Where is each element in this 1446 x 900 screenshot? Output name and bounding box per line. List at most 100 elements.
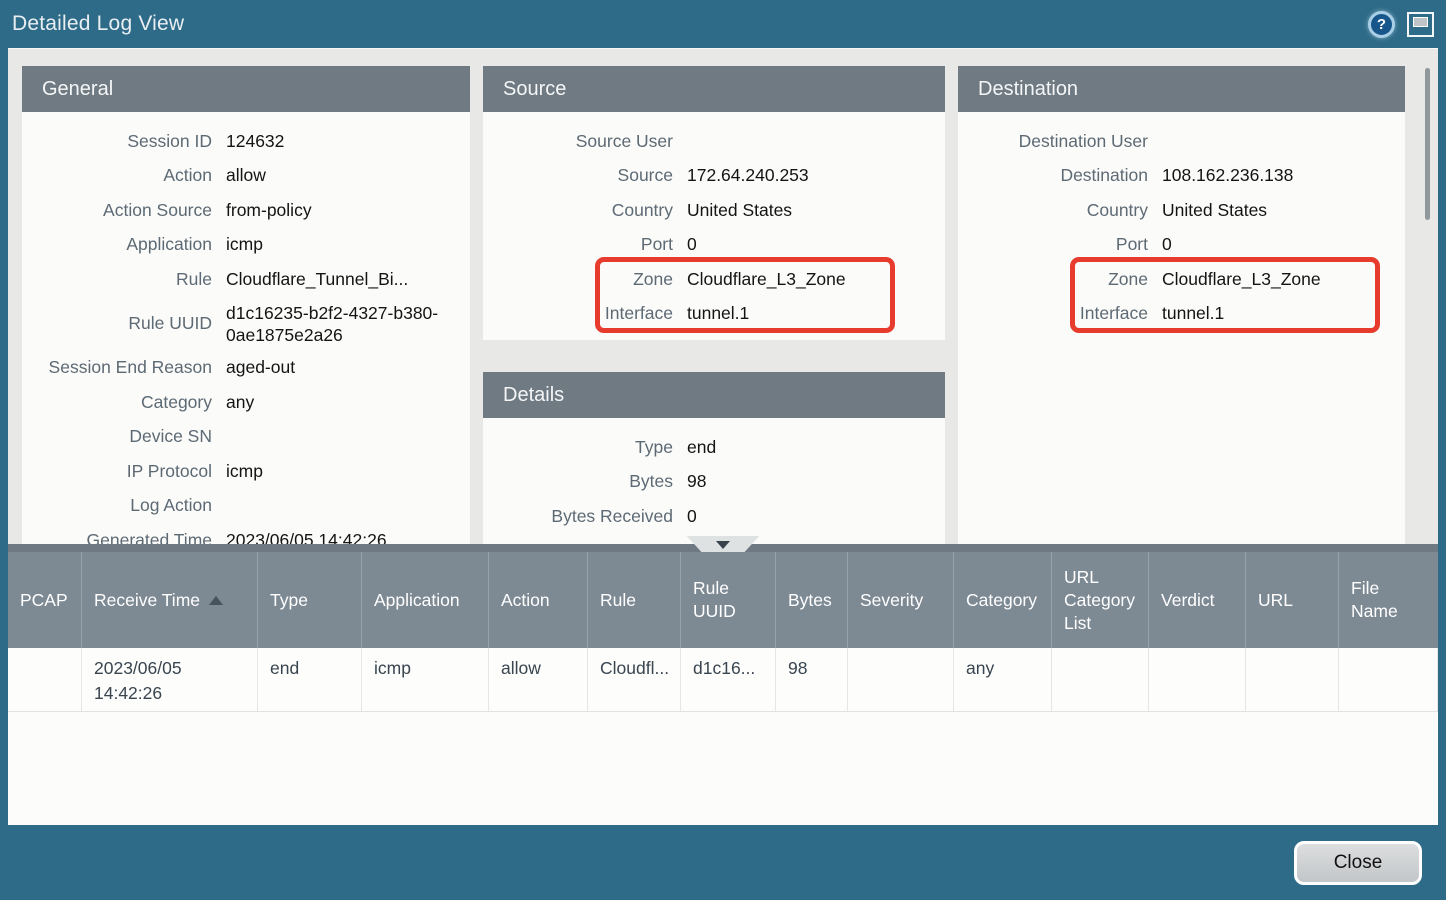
cell-pcap xyxy=(8,648,82,712)
log-table: PCAP Receive Time Type Application Actio… xyxy=(8,552,1438,825)
field-label: Port xyxy=(483,234,687,255)
column-header-receive-time[interactable]: Receive Time xyxy=(82,552,258,648)
field-label: Session ID xyxy=(22,131,226,152)
field-value: 0 xyxy=(1162,234,1405,255)
field-label: Device SN xyxy=(22,426,226,447)
field-value: icmp xyxy=(226,234,470,255)
source-panel-header: Source xyxy=(483,66,945,112)
column-header-file-name[interactable]: File Name xyxy=(1339,552,1438,648)
general-panel-body: Session ID 124632 Action allow Action So… xyxy=(22,112,470,544)
help-icon[interactable]: ? xyxy=(1368,11,1395,38)
field-label: Application xyxy=(22,234,226,255)
field-label: Action Source xyxy=(22,200,226,221)
cell-application: icmp xyxy=(362,648,489,712)
field-label: Rule xyxy=(22,269,226,290)
cell-rule: Cloudfl... xyxy=(588,648,681,712)
cell-file-name xyxy=(1339,648,1438,712)
field-row-category: Category any xyxy=(22,385,470,420)
field-value: 0 xyxy=(687,506,945,527)
sort-ascending-icon xyxy=(209,596,223,605)
field-label: Action xyxy=(22,165,226,186)
field-label: Country xyxy=(483,200,687,221)
field-row-source-user: Source User xyxy=(483,124,945,159)
close-button[interactable]: Close xyxy=(1294,841,1422,885)
field-row-zone: Zone Cloudflare_L3_Zone xyxy=(958,262,1405,297)
field-value: tunnel.1 xyxy=(1162,303,1405,324)
cell-receive-time: 2023/06/05 14:42:26 xyxy=(82,648,258,712)
field-value: d1c16235-b2f2-4327-b380-0ae1875e2a26 xyxy=(226,297,470,351)
field-label: Generated Time xyxy=(22,530,226,544)
column-header-action[interactable]: Action xyxy=(489,552,588,648)
column-header-severity[interactable]: Severity xyxy=(848,552,954,648)
field-label: Category xyxy=(22,392,226,413)
field-row-session-id: Session ID 124632 xyxy=(22,124,470,159)
field-label: Interface xyxy=(958,303,1162,324)
details-panel: Details Type end Bytes 98 Bytes Received xyxy=(483,372,945,544)
column-header-verdict[interactable]: Verdict xyxy=(1149,552,1246,648)
field-value: Cloudflare_L3_Zone xyxy=(687,269,945,290)
field-value: 172.64.240.253 xyxy=(687,165,945,186)
field-value: tunnel.1 xyxy=(687,303,945,324)
log-table-row[interactable]: 2023/06/05 14:42:26 end icmp allow Cloud… xyxy=(8,648,1438,712)
field-label: Bytes Received xyxy=(483,506,687,527)
source-zone-interface-group: Zone Cloudflare_L3_Zone Interface tunnel… xyxy=(483,262,945,331)
field-value: end xyxy=(687,437,945,458)
field-row-destination: Destination 108.162.236.138 xyxy=(958,159,1405,194)
log-detail-panels: General Session ID 124632 Action allow A… xyxy=(8,48,1438,544)
field-label: Bytes xyxy=(483,471,687,492)
field-label: Destination xyxy=(958,165,1162,186)
cell-rule-uuid: d1c16... xyxy=(681,648,776,712)
details-panel-body: Type end Bytes 98 Bytes Received 0 xyxy=(483,418,945,544)
details-panel-header: Details xyxy=(483,372,945,418)
field-row-bytes-received: Bytes Received 0 xyxy=(483,499,945,534)
middle-panel-column: Source Source User Source 172.64.240.253… xyxy=(483,66,945,544)
field-row-type: Type end xyxy=(483,430,945,465)
field-row-port: Port 0 xyxy=(483,228,945,263)
field-row-generated-time: Generated Time 2023/06/05 14:42:26 xyxy=(22,523,470,544)
field-label: Interface xyxy=(483,303,687,324)
field-row-interface: Interface tunnel.1 xyxy=(483,297,945,332)
column-header-type[interactable]: Type xyxy=(258,552,362,648)
field-label: IP Protocol xyxy=(22,461,226,482)
field-row-ip-protocol: IP Protocol icmp xyxy=(22,454,470,489)
destination-panel-body: Destination User Destination 108.162.236… xyxy=(958,112,1405,544)
field-row-country: Country United States xyxy=(483,193,945,228)
dialog-titlebar: Detailed Log View ? xyxy=(0,0,1446,48)
cell-url-category-list xyxy=(1052,648,1149,712)
field-row-session-end-reason: Session End Reason aged-out xyxy=(22,351,470,386)
field-value: Cloudflare_Tunnel_Bi... xyxy=(226,269,470,290)
vertical-scrollbar-thumb[interactable] xyxy=(1425,68,1430,220)
column-header-category[interactable]: Category xyxy=(954,552,1052,648)
column-header-rule[interactable]: Rule xyxy=(588,552,681,648)
field-label: Source User xyxy=(483,131,687,152)
field-label: Rule UUID xyxy=(22,313,226,334)
column-header-application[interactable]: Application xyxy=(362,552,489,648)
chevron-down-icon[interactable] xyxy=(716,541,730,549)
column-header-pcap[interactable]: PCAP xyxy=(8,552,82,648)
cell-type: end xyxy=(258,648,362,712)
field-row-port: Port 0 xyxy=(958,228,1405,263)
cell-url xyxy=(1246,648,1339,712)
field-label: Port xyxy=(958,234,1162,255)
column-header-url[interactable]: URL xyxy=(1246,552,1339,648)
field-label: Zone xyxy=(483,269,687,290)
field-value: allow xyxy=(226,165,470,186)
cell-bytes: 98 xyxy=(776,648,848,712)
field-row-source: Source 172.64.240.253 xyxy=(483,159,945,194)
field-row-zone: Zone Cloudflare_L3_Zone xyxy=(483,262,945,297)
field-label: Type xyxy=(483,437,687,458)
field-row-application: Application icmp xyxy=(22,228,470,263)
cell-verdict xyxy=(1149,648,1246,712)
column-header-bytes[interactable]: Bytes xyxy=(776,552,848,648)
maximize-window-icon[interactable] xyxy=(1407,12,1434,37)
vertical-scrollbar[interactable] xyxy=(1418,66,1436,544)
field-value: 108.162.236.138 xyxy=(1162,165,1405,186)
column-header-url-category-list[interactable]: URL Category List xyxy=(1052,552,1149,648)
log-table-header: PCAP Receive Time Type Application Actio… xyxy=(8,552,1438,648)
field-value: aged-out xyxy=(226,357,470,378)
column-header-rule-uuid[interactable]: Rule UUID xyxy=(681,552,776,648)
field-value: 2023/06/05 14:42:26 xyxy=(226,530,470,544)
cell-severity xyxy=(848,648,954,712)
panel-table-splitter[interactable] xyxy=(8,544,1438,552)
detailed-log-view-dialog: Detailed Log View ? General Session ID 1… xyxy=(0,0,1446,900)
